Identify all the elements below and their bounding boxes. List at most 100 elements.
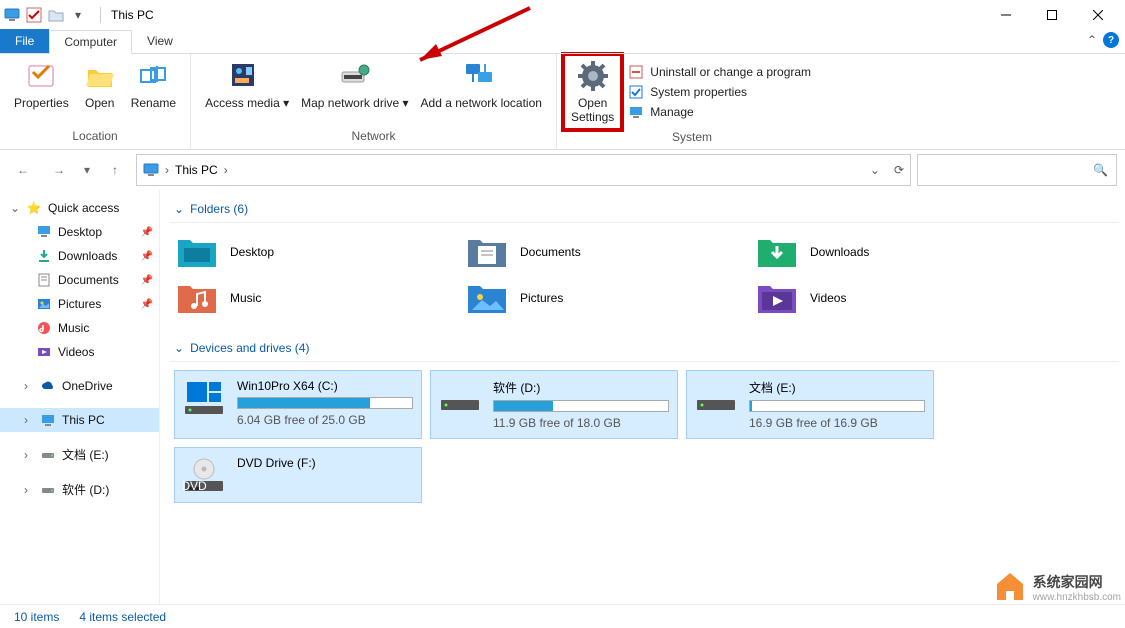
ribbon: Properties Open Rename Location Access m… (0, 54, 1125, 150)
manage-icon (628, 104, 644, 120)
drive-d[interactable]: 软件 (D:)11.9 GB free of 18.0 GB (430, 370, 678, 439)
manage-link[interactable]: Manage (628, 104, 811, 120)
tree-quick-access[interactable]: ⌄⭐Quick access (0, 196, 159, 220)
props-icon (628, 84, 644, 100)
desktop-icon (36, 224, 52, 240)
ribbon-group-system: OpenSettings Uninstall or change a progr… (557, 54, 827, 149)
tree-onedrive[interactable]: ›OneDrive (0, 374, 159, 398)
folder-videos[interactable]: Videos (756, 279, 996, 317)
folder-desktop[interactable]: Desktop (176, 233, 416, 271)
drive-icon (40, 482, 56, 498)
star-icon: ⭐ (26, 200, 42, 216)
folder-pictures[interactable]: Pictures (466, 279, 706, 317)
uninstall-icon (628, 64, 644, 80)
pin-icon: 📌 (141, 299, 153, 310)
desktop-folder-icon (176, 233, 218, 271)
open-settings-button[interactable]: OpenSettings (565, 56, 620, 128)
address-row: ← → ▾ ↑ › This PC › ⌄ ⟳ 🔍 (0, 150, 1125, 190)
pc-icon (4, 7, 20, 23)
quick-access-toolbar: ▾ (4, 7, 86, 23)
section-folders[interactable]: ⌄Folders (6) (170, 196, 1119, 223)
chevron-down-icon: ⌄ (174, 341, 184, 355)
uninstall-link[interactable]: Uninstall or change a program (628, 64, 811, 80)
picture-icon (36, 296, 52, 312)
tab-computer[interactable]: Computer (49, 30, 132, 54)
checkbox-icon[interactable] (26, 7, 42, 23)
drive-f[interactable]: DVD DVD Drive (F:) (174, 447, 422, 503)
music-icon (36, 320, 52, 336)
chevron-up-icon[interactable]: ⌃ (1087, 33, 1097, 47)
downloads-folder-icon (756, 233, 798, 271)
access-media-button[interactable]: Access media ▾ (199, 56, 295, 127)
watermark: 系统家园网www.hnzkhbsb.com (993, 570, 1121, 604)
drive-icon (439, 379, 481, 417)
tree-documents[interactable]: Documents📌 (0, 268, 159, 292)
section-drives[interactable]: ⌄Devices and drives (4) (170, 335, 1119, 362)
address-bar[interactable]: › This PC › ⌄ ⟳ (136, 154, 911, 186)
folder-downloads[interactable]: Downloads (756, 233, 996, 271)
tree-desktop[interactable]: Desktop📌 (0, 220, 159, 244)
chevron-down-icon[interactable]: ⌄ (870, 163, 880, 177)
folder-documents[interactable]: Documents (466, 233, 706, 271)
refresh-icon[interactable]: ⟳ (894, 163, 904, 177)
status-item-count: 10 items (14, 610, 59, 624)
properties-button[interactable]: Properties (8, 56, 75, 127)
search-icon: 🔍 (1093, 163, 1108, 177)
close-button[interactable] (1075, 0, 1121, 30)
rename-button[interactable]: Rename (125, 56, 182, 127)
tree-drive-e[interactable]: ›文档 (E:) (0, 442, 159, 467)
nav-tree: ⌄⭐Quick access Desktop📌 Downloads📌 Docum… (0, 190, 160, 620)
status-selected-count: 4 items selected (79, 610, 166, 624)
drive-e[interactable]: 文档 (E:)16.9 GB free of 16.9 GB (686, 370, 934, 439)
folder-music[interactable]: Music (176, 279, 416, 317)
window-title: This PC (111, 8, 154, 22)
up-button[interactable]: ↑ (100, 155, 130, 185)
ribbon-group-network: Access media ▾ Map network drive ▾ Add a… (191, 54, 557, 149)
tab-file[interactable]: File (0, 29, 49, 53)
pc-icon (143, 162, 159, 178)
chevron-right-icon[interactable]: › (224, 163, 228, 177)
drive-icon (40, 447, 56, 463)
video-icon (36, 344, 52, 360)
titlebar: ▾ This PC (0, 0, 1125, 30)
content-pane: ⌄Folders (6) Desktop Documents Downloads… (160, 190, 1125, 620)
tree-videos[interactable]: Videos (0, 340, 159, 364)
recent-button[interactable]: ▾ (80, 155, 94, 185)
pin-icon: 📌 (141, 251, 153, 262)
tree-thispc[interactable]: ›This PC (0, 408, 159, 432)
svg-text:DVD: DVD (183, 479, 207, 493)
system-props-link[interactable]: System properties (628, 84, 811, 100)
music-folder-icon (176, 279, 218, 317)
tree-downloads[interactable]: Downloads📌 (0, 244, 159, 268)
pin-icon: 📌 (141, 275, 153, 286)
separator (100, 7, 101, 23)
forward-button[interactable]: → (44, 155, 74, 185)
tree-pictures[interactable]: Pictures📌 (0, 292, 159, 316)
watermark-logo-icon (993, 570, 1027, 604)
tree-drive-d[interactable]: ›软件 (D:) (0, 477, 159, 502)
chevron-down-icon: ⌄ (174, 202, 184, 216)
ribbon-tabs: File Computer View ⌃ ? (0, 30, 1125, 54)
system-drive-icon (183, 379, 225, 417)
back-button[interactable]: ← (8, 155, 38, 185)
dropdown-icon[interactable]: ▾ (70, 7, 86, 23)
dvd-drive-icon: DVD (183, 456, 225, 494)
drive-c[interactable]: Win10Pro X64 (C:)6.04 GB free of 25.0 GB (174, 370, 422, 439)
maximize-button[interactable] (1029, 0, 1075, 30)
map-drive-button[interactable]: Map network drive ▾ (295, 56, 414, 127)
pin-icon: 📌 (141, 227, 153, 238)
folder-icon[interactable] (48, 7, 64, 23)
usage-bar (749, 400, 925, 412)
help-icon[interactable]: ? (1103, 32, 1119, 48)
search-box[interactable]: 🔍 (917, 154, 1117, 186)
add-network-button[interactable]: Add a network location (415, 56, 548, 127)
drive-icon (695, 379, 737, 417)
tab-view[interactable]: View (132, 29, 188, 53)
breadcrumb-root[interactable]: This PC (175, 163, 218, 177)
open-button[interactable]: Open (75, 56, 125, 127)
tree-music[interactable]: Music (0, 316, 159, 340)
minimize-button[interactable] (983, 0, 1029, 30)
pc-icon (40, 412, 56, 428)
usage-bar (493, 400, 669, 412)
chevron-right-icon[interactable]: › (165, 163, 169, 177)
